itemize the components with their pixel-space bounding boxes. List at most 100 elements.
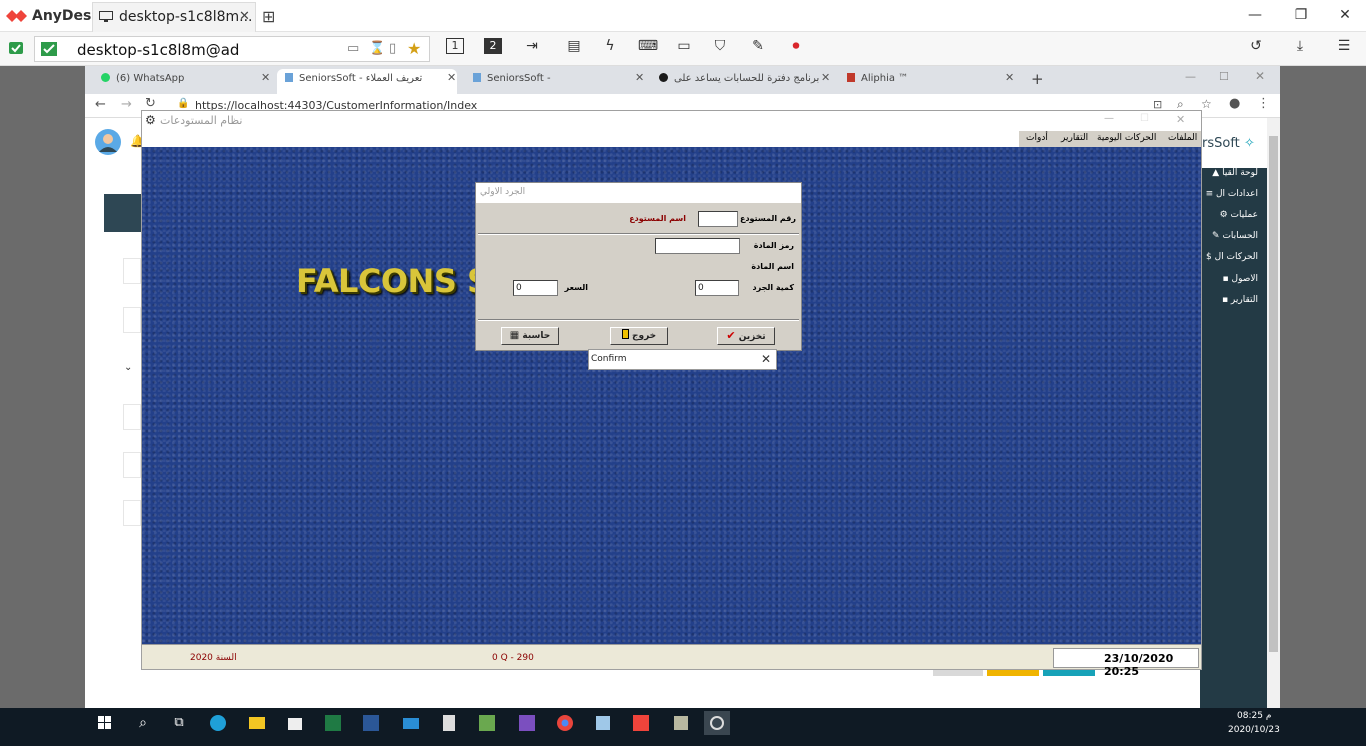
maximize-icon[interactable]: ❐: [1286, 7, 1316, 23]
edge-icon[interactable]: [205, 711, 231, 735]
file-explorer-icon[interactable]: [244, 711, 270, 735]
taskbar-date[interactable]: 2020/10/23: [1228, 725, 1280, 735]
record-icon[interactable]: ⏺: [784, 38, 808, 60]
chat-icon[interactable]: ▤: [562, 38, 586, 60]
menu-files[interactable]: الملفات: [1168, 133, 1197, 143]
new-tab-icon[interactable]: ⊞: [262, 7, 275, 26]
bookmark-star-icon[interactable]: ☆: [1201, 97, 1212, 111]
page-icon: [285, 73, 293, 82]
close-icon[interactable]: ✕: [761, 352, 771, 366]
calculator-icon[interactable]: [436, 711, 462, 735]
web-button-teal[interactable]: [1043, 670, 1095, 676]
chrome-menu-icon[interactable]: ⋮: [1257, 96, 1270, 111]
monitor-2-button[interactable]: 2: [484, 38, 508, 60]
project-icon[interactable]: [474, 711, 500, 735]
browser-tab-whatsapp[interactable]: (6) WhatsApp: [93, 69, 273, 94]
scrollbar-thumb[interactable]: [1269, 136, 1278, 652]
form-field[interactable]: [123, 404, 141, 430]
form-field[interactable]: [123, 258, 141, 284]
anydesk-session-tab[interactable]: desktop-s1c8l8m... ✕: [92, 2, 256, 32]
word-icon[interactable]: [358, 711, 384, 735]
anydesk-tab-label: desktop-s1c8l8m...: [119, 9, 253, 25]
warehouse-number-input[interactable]: [698, 211, 738, 227]
store-icon[interactable]: [282, 711, 308, 735]
reload-icon[interactable]: ↻: [145, 96, 156, 111]
maximize-icon[interactable]: ☐: [1219, 70, 1229, 83]
form-field[interactable]: [123, 452, 141, 478]
minimize-icon[interactable]: —: [1185, 70, 1196, 83]
menu-tools[interactable]: أدوات: [1026, 133, 1048, 143]
new-tab-icon[interactable]: +: [1031, 70, 1044, 88]
switch-side-icon[interactable]: ⇥: [520, 38, 544, 60]
windows-start-icon[interactable]: [92, 711, 118, 735]
avatar[interactable]: [94, 128, 122, 156]
menu-reports[interactable]: التقارير: [1061, 133, 1088, 143]
profile-icon[interactable]: ●: [1229, 96, 1240, 111]
anydesk-taskbar-icon[interactable]: [628, 711, 654, 735]
mail-icon[interactable]: [398, 711, 424, 735]
minimize-icon[interactable]: —: [1104, 113, 1114, 124]
stock-app-taskbar-icon[interactable]: [704, 711, 730, 735]
menu-daily-movements[interactable]: الحركات اليومية: [1097, 133, 1156, 143]
close-tab-icon[interactable]: ✕: [821, 71, 830, 84]
chevron-down-icon[interactable]: ⌄: [124, 362, 132, 373]
page-header-block: [104, 194, 142, 232]
actions-lightning-icon[interactable]: ϟ: [598, 38, 622, 60]
maximize-icon[interactable]: ☐: [1140, 113, 1149, 124]
item-code-label: رمز المادة: [753, 241, 794, 250]
minimize-icon[interactable]: —: [1240, 7, 1270, 23]
close-window-icon[interactable]: ✕: [1255, 69, 1265, 83]
price-input[interactable]: 0: [513, 280, 558, 296]
close-tab-icon[interactable]: ✕: [261, 71, 270, 84]
calculator-button[interactable]: ▦ حاسبة: [501, 327, 559, 345]
sidebar-item-movements[interactable]: الحركات ال $: [1198, 252, 1258, 262]
forward-icon[interactable]: →: [121, 97, 132, 112]
web-button-yellow[interactable]: [987, 670, 1039, 676]
close-tab-icon[interactable]: ✕: [1005, 71, 1014, 84]
address-bar[interactable]: desktop-s1c8l8m@ad ▭ ⌛ ▯ ★: [34, 36, 430, 62]
draw-pen-icon[interactable]: ✎: [746, 38, 770, 60]
visual-studio-icon[interactable]: [514, 711, 540, 735]
taskbar-time[interactable]: 08:25 م: [1237, 711, 1271, 721]
back-icon[interactable]: ←: [95, 97, 106, 112]
form-field[interactable]: [123, 500, 141, 526]
search-icon[interactable]: ⌕: [130, 711, 156, 735]
browser-tab-aliphia[interactable]: Aliphia ™: [839, 69, 1013, 94]
sidebar-item-settings[interactable]: اعدادات ال ≡: [1198, 189, 1258, 199]
sidebar-item-dashboard[interactable]: لوحة القيا ▲: [1198, 168, 1258, 178]
sidebar-item-accounts[interactable]: الحسابات ✎: [1198, 231, 1258, 241]
brand-logo-icon: ✧: [1244, 136, 1255, 151]
lock-icon: ▯: [389, 41, 397, 56]
excel-icon[interactable]: [320, 711, 346, 735]
close-tab-icon[interactable]: ✕: [239, 9, 250, 24]
close-tab-icon[interactable]: ✕: [447, 71, 456, 84]
inventory-quantity-input[interactable]: 0: [695, 280, 739, 296]
browser-tab-seniorssoft[interactable]: SeniorsSoft -: [465, 69, 645, 94]
close-tab-icon[interactable]: ✕: [635, 71, 644, 84]
browser-tab-daftra[interactable]: برنامج دفترة للحسابات يساعد على: [651, 69, 829, 94]
permissions-shield-icon[interactable]: ⛉: [708, 38, 732, 60]
close-window-icon[interactable]: ✕: [1176, 113, 1185, 126]
task-view-icon[interactable]: ⧉: [166, 711, 192, 735]
sidebar-item-assets[interactable]: الاصول ▪: [1198, 274, 1258, 284]
archive-icon[interactable]: [668, 711, 694, 735]
browser-tab-seniorssoft-customers[interactable]: SeniorsSoft - تعريف العملاء: [277, 69, 457, 94]
chrome-icon[interactable]: [552, 711, 578, 735]
history-icon[interactable]: ↺: [1244, 38, 1268, 60]
monitor-1-button[interactable]: 1: [446, 38, 470, 60]
item-code-input[interactable]: [655, 238, 740, 254]
save-button[interactable]: ✔ تخزين: [717, 327, 775, 345]
keyboard-icon[interactable]: ⌨: [636, 38, 660, 60]
web-button-gray[interactable]: [933, 670, 983, 676]
display-icon[interactable]: ▭: [672, 38, 696, 60]
file-transfer-icon[interactable]: ⤓: [1288, 38, 1312, 60]
notes-icon[interactable]: [590, 711, 616, 735]
app-title: نظام المستودعات: [160, 114, 243, 127]
favorite-star-icon[interactable]: ★: [407, 39, 421, 58]
sidebar-item-reports[interactable]: التقارير ▪: [1198, 295, 1258, 305]
menu-icon[interactable]: ☰: [1332, 38, 1356, 60]
exit-button[interactable]: خروج: [610, 327, 668, 345]
close-window-icon[interactable]: ✕: [1330, 7, 1360, 23]
sidebar-item-operations[interactable]: عمليات ⚙: [1198, 210, 1258, 220]
form-field[interactable]: [123, 307, 141, 333]
